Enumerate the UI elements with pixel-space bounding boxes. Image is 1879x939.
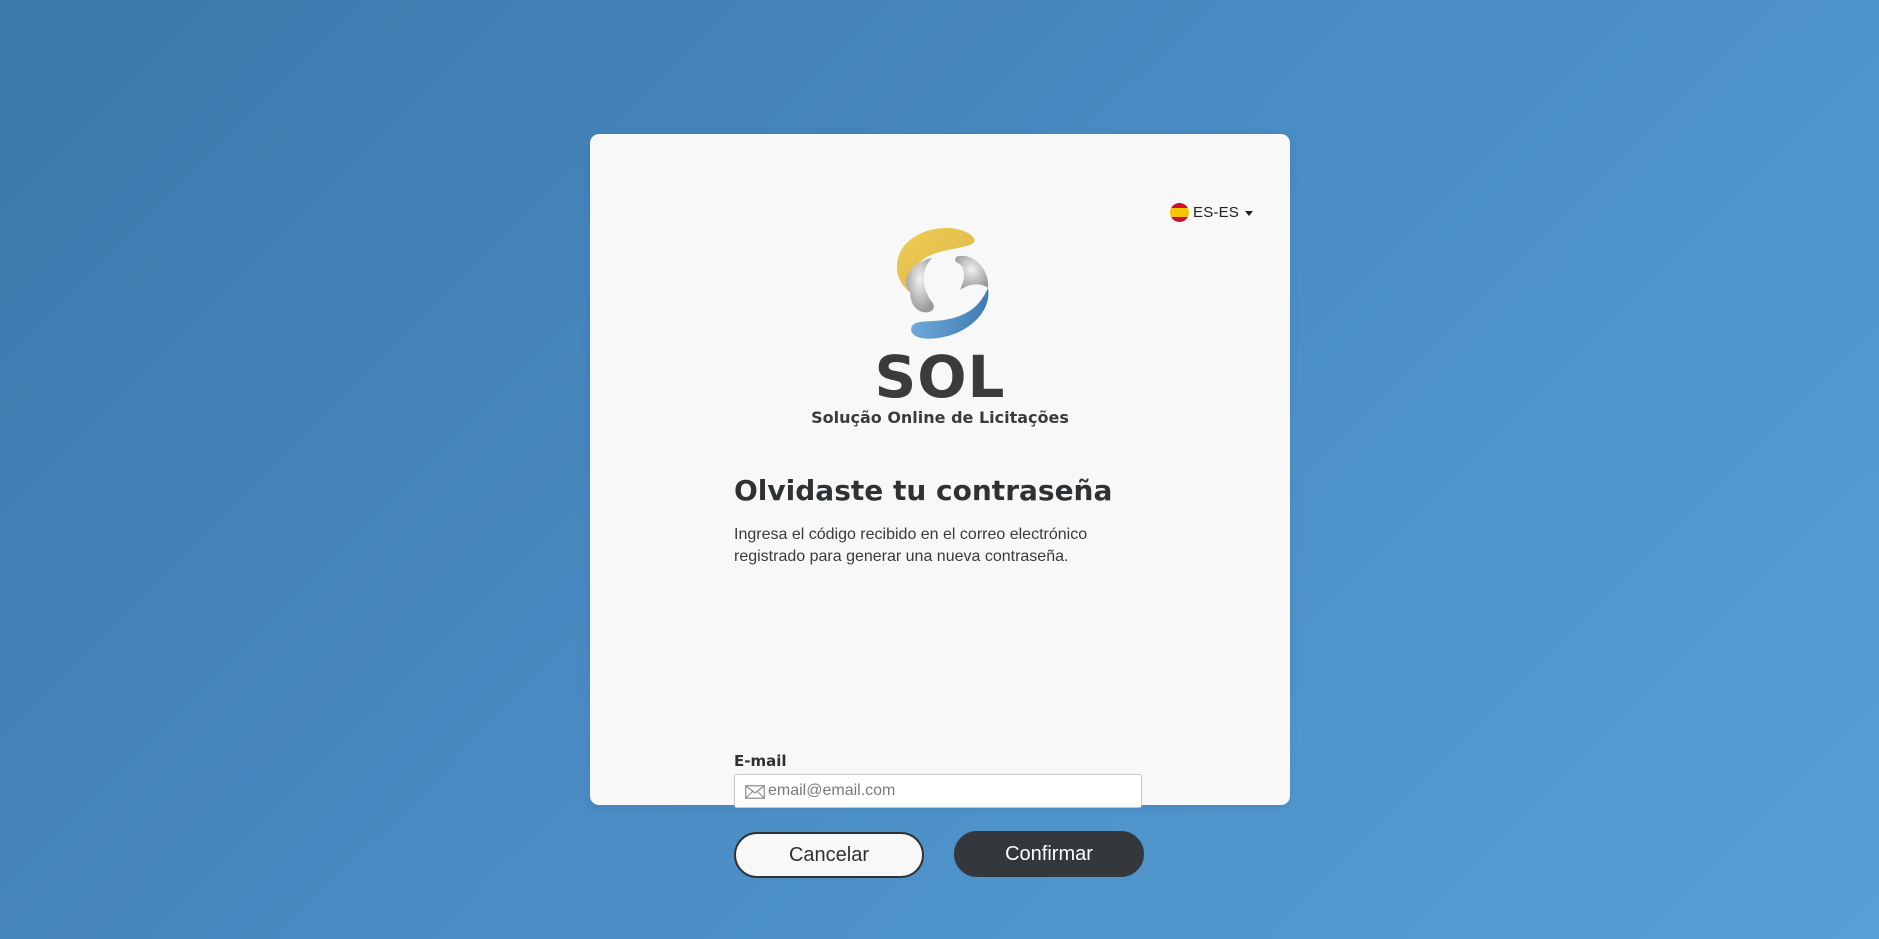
- email-label: E-mail: [734, 752, 787, 770]
- password-reset-card: ES-ES SOL Solução Online de Licitações O…: [590, 134, 1290, 878]
- sol-swirl-icon: [896, 227, 989, 339]
- sol-logo: SOL Solução Online de Licitações: [590, 216, 1290, 427]
- form-description: Ingresa el código recibido en el correo …: [734, 525, 1088, 565]
- email-input[interactable]: [768, 782, 1128, 800]
- cancel-button[interactable]: Cancelar: [734, 832, 924, 878]
- logo-wordmark: SOL: [874, 343, 1006, 411]
- confirm-button[interactable]: Confirmar: [954, 831, 1144, 877]
- page-title: Olvidaste tu contraseña: [734, 474, 1113, 507]
- reset-form: Olvidaste tu contraseña Ingresa el códig…: [734, 474, 1146, 878]
- email-field-wrapper[interactable]: [734, 774, 1142, 808]
- logo-tagline: Solução Online de Licitações: [811, 408, 1069, 427]
- envelope-icon: [745, 785, 765, 799]
